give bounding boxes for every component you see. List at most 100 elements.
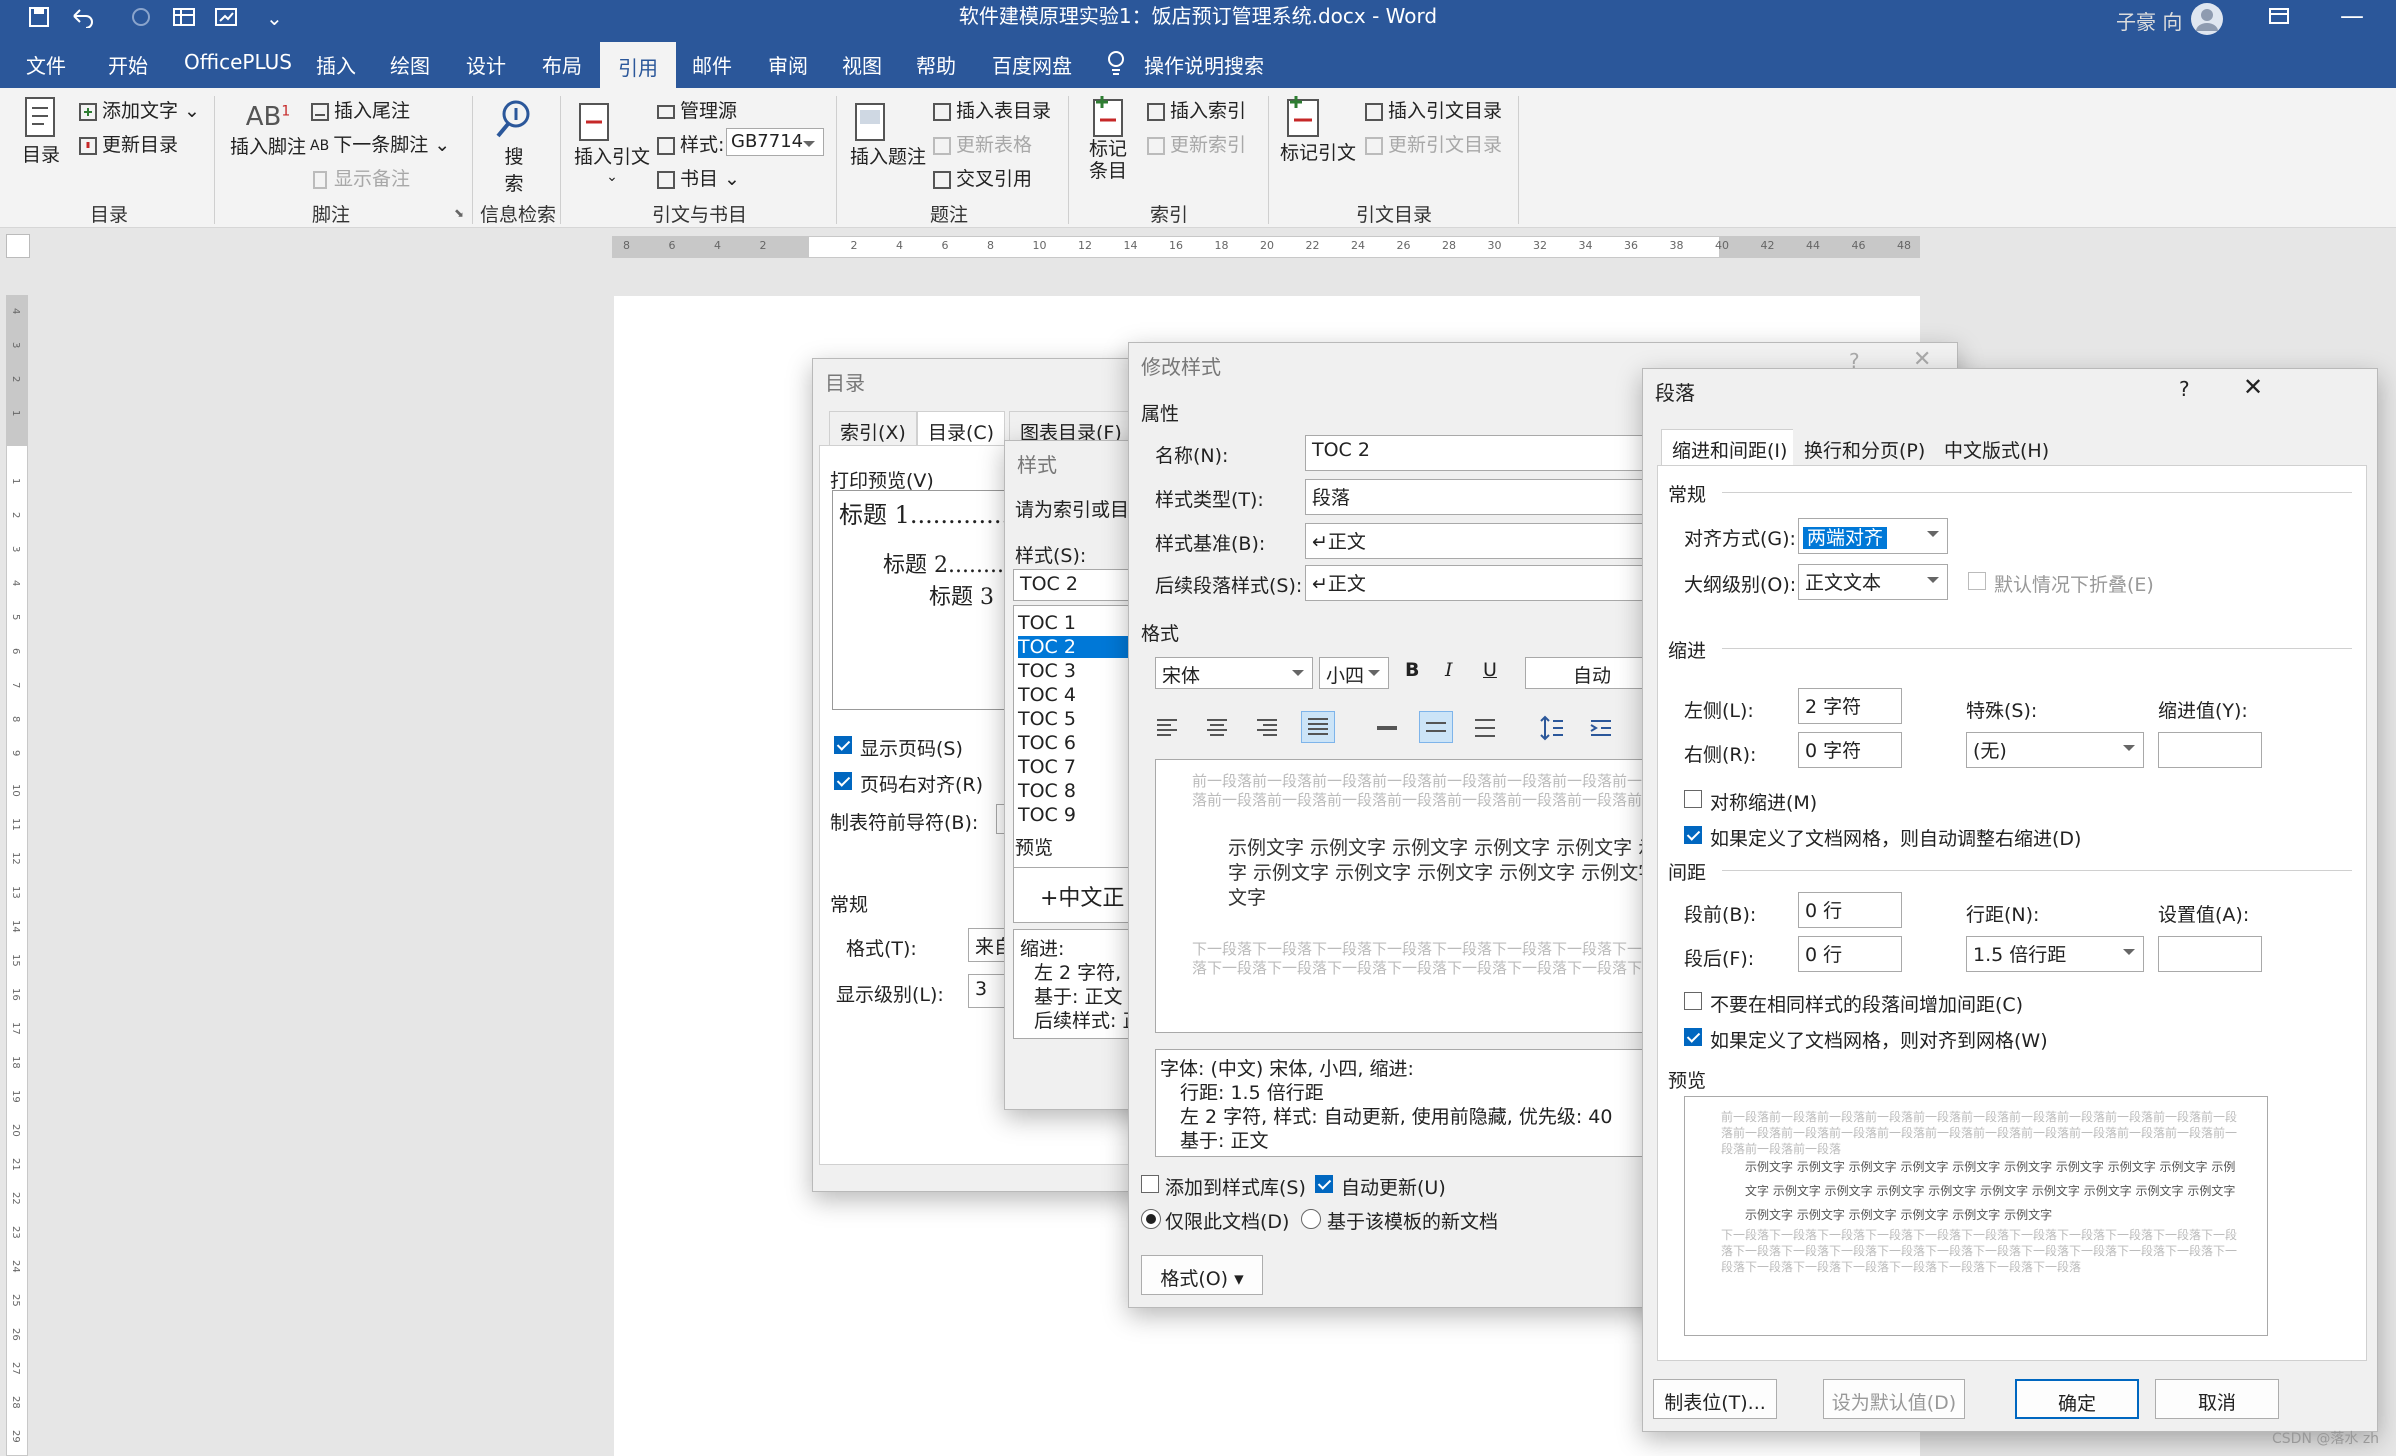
undo-icon[interactable]: [70, 6, 100, 28]
font-size-dropdown[interactable]: 小四: [1319, 657, 1389, 689]
right-align-checkbox[interactable]: [834, 772, 852, 790]
right-indent-input[interactable]: 0 字符: [1798, 732, 1902, 768]
align-center-icon[interactable]: [1205, 717, 1229, 739]
tab-indents-spacing[interactable]: 缩进和间距(I): [1661, 429, 1799, 469]
ruler-tick-label: 28: [1442, 239, 1456, 252]
bold-button[interactable]: B: [1405, 659, 1419, 681]
tab-baidu-netdisk[interactable]: 百度网盘: [992, 50, 1072, 79]
manage-sources-button[interactable]: 管理源: [656, 96, 737, 123]
close-icon[interactable]: ✕: [2243, 373, 2263, 401]
insert-endnote-button[interactable]: 插入尾注: [310, 96, 410, 123]
tab-insert[interactable]: 插入: [316, 50, 356, 79]
snap-to-grid-checkbox[interactable]: [1684, 1028, 1702, 1046]
auto-right-indent-checkbox[interactable]: [1684, 826, 1702, 844]
insert-citation-button[interactable]: 插入引文 ⌄: [574, 102, 650, 185]
tab-mailings[interactable]: 邮件: [692, 50, 732, 79]
ruler-tick-label: 4: [714, 239, 721, 252]
align-right-icon[interactable]: [1255, 717, 1279, 739]
new-docs-radio[interactable]: [1301, 1209, 1321, 1229]
alignment-dropdown[interactable]: 两端对齐: [1798, 518, 1948, 554]
tab-help[interactable]: 帮助: [916, 50, 956, 79]
tab-home[interactable]: 开始: [108, 50, 148, 79]
redo-icon[interactable]: [130, 6, 152, 28]
paragraph-spacing-icon[interactable]: [1539, 715, 1563, 741]
italic-button[interactable]: I: [1445, 659, 1453, 681]
insert-toa-button[interactable]: 插入引文目录: [1364, 96, 1502, 123]
tab-asian-typography[interactable]: 中文版式(H): [1933, 429, 2061, 469]
tell-me-search[interactable]: 操作说明搜索: [1144, 50, 1264, 79]
ok-button[interactable]: 确定: [2015, 1379, 2139, 1419]
auto-update-checkbox[interactable]: [1315, 1175, 1333, 1193]
single-spacing-icon[interactable]: [1375, 721, 1399, 735]
cross-ref-button[interactable]: 交叉引用: [932, 164, 1032, 191]
tab-design[interactable]: 设计: [466, 50, 506, 79]
spacing-at-input[interactable]: [2158, 936, 2262, 972]
outline-level-dropdown[interactable]: 正文文本: [1798, 564, 1948, 600]
update-toc-button[interactable]: 更新目录: [78, 130, 178, 157]
dialog-launcher-icon[interactable]: ⬊: [454, 206, 464, 220]
indent-by-input[interactable]: [2158, 732, 2262, 768]
add-text-button[interactable]: 添加文字 ⌄: [78, 96, 200, 123]
tab-officeplus[interactable]: OfficePLUS: [184, 50, 292, 74]
toc-button[interactable]: 目录: [22, 96, 60, 167]
align-left-icon[interactable]: [1155, 717, 1179, 739]
horizontal-ruler[interactable]: 8 6 4 2 2 4 6 8 10 12 14 16 18 20 22 24 26 28 30 32 34 36 38 40…: [612, 236, 1920, 258]
show-notes-button[interactable]: 显示备注: [310, 164, 410, 191]
update-toc-label: 更新目录: [102, 134, 179, 156]
help-icon[interactable]: ?: [2179, 377, 2190, 401]
cancel-button[interactable]: 取消: [2155, 1379, 2279, 1419]
ribbon-display-icon[interactable]: [2268, 6, 2290, 26]
next-footnote-button[interactable]: AB 下一条脚注 ⌄: [310, 130, 450, 157]
desc-line: 后续样式: 正: [1034, 1010, 1142, 1032]
special-indent-dropdown[interactable]: (无): [1966, 732, 2144, 768]
no-space-same-style-checkbox[interactable]: [1684, 992, 1702, 1010]
collapse-checkbox[interactable]: [1968, 572, 1986, 590]
chart-icon[interactable]: [214, 6, 238, 28]
insert-tof-button[interactable]: 插入表目录: [932, 96, 1051, 123]
tab-layout[interactable]: 布局: [542, 50, 582, 79]
spacing-after-input[interactable]: 0 行: [1798, 936, 1902, 972]
update-toa-button[interactable]: 更新引文目录: [1364, 130, 1502, 157]
update-table-button[interactable]: 更新表格: [932, 130, 1032, 157]
mirror-indents-checkbox[interactable]: [1684, 790, 1702, 808]
line-spacing-dropdown[interactable]: 1.5 倍行距: [1966, 936, 2144, 972]
customize-qat-icon[interactable]: ⌄: [266, 6, 283, 30]
only-this-doc-radio[interactable]: [1141, 1209, 1161, 1229]
minimize-icon[interactable]: —: [2340, 2, 2364, 30]
font-color-dropdown[interactable]: 自动: [1525, 657, 1659, 689]
tab-view[interactable]: 视图: [842, 50, 882, 79]
save-icon[interactable]: [28, 6, 50, 28]
indent-icon[interactable]: [1589, 715, 1613, 741]
add-to-gallery-checkbox[interactable]: [1141, 1175, 1159, 1193]
justify-icon[interactable]: [1301, 711, 1335, 743]
update-index-button[interactable]: 更新索引: [1146, 130, 1246, 157]
avatar[interactable]: [2190, 2, 2224, 36]
vertical-ruler[interactable]: 4 3 2 1 1 2 3 4 5 6 7 8 9 10 11 12 13 14 15 16 17 18 19 20 21 22 2…: [6, 295, 28, 1456]
tabs-button[interactable]: 制表位(T)...: [1653, 1379, 1777, 1419]
insert-index-button[interactable]: 插入索引: [1146, 96, 1246, 123]
tab-draw[interactable]: 绘图: [390, 50, 430, 79]
bibliography-button[interactable]: 书目 ⌄: [656, 164, 740, 191]
font-dropdown[interactable]: 宋体: [1155, 657, 1313, 689]
show-page-numbers-checkbox[interactable]: [834, 736, 852, 754]
double-spacing-icon[interactable]: [1473, 717, 1497, 739]
tab-references[interactable]: 引用: [600, 42, 676, 88]
one-half-spacing-icon[interactable]: [1419, 711, 1453, 743]
style-dropdown[interactable]: GB7714: [726, 128, 824, 156]
spacing-before-input[interactable]: 0 行: [1798, 892, 1902, 928]
underline-button[interactable]: U: [1483, 659, 1497, 681]
mark-citation-button[interactable]: 标记引文: [1280, 94, 1356, 165]
insert-caption-button[interactable]: 插入题注: [850, 102, 926, 169]
tab-review[interactable]: 审阅: [768, 50, 808, 79]
tab-file[interactable]: 文件: [26, 50, 66, 79]
set-default-button[interactable]: 设为默认值(D): [1823, 1379, 1965, 1419]
insert-footnote-button[interactable]: AB1 插入脚注: [230, 102, 306, 159]
search-button[interactable]: 搜索: [494, 98, 534, 196]
left-indent-input[interactable]: 2 字符: [1798, 688, 1902, 724]
table-icon[interactable]: [172, 6, 196, 28]
format-menu-button[interactable]: 格式(O) ▾: [1141, 1255, 1263, 1295]
tab-line-page-breaks[interactable]: 换行和分页(P): [1793, 429, 1937, 469]
mark-entry-button[interactable]: 标记条目: [1088, 94, 1128, 182]
tab-selector[interactable]: [6, 234, 30, 258]
manage-sources-label: 管理源: [680, 100, 738, 122]
